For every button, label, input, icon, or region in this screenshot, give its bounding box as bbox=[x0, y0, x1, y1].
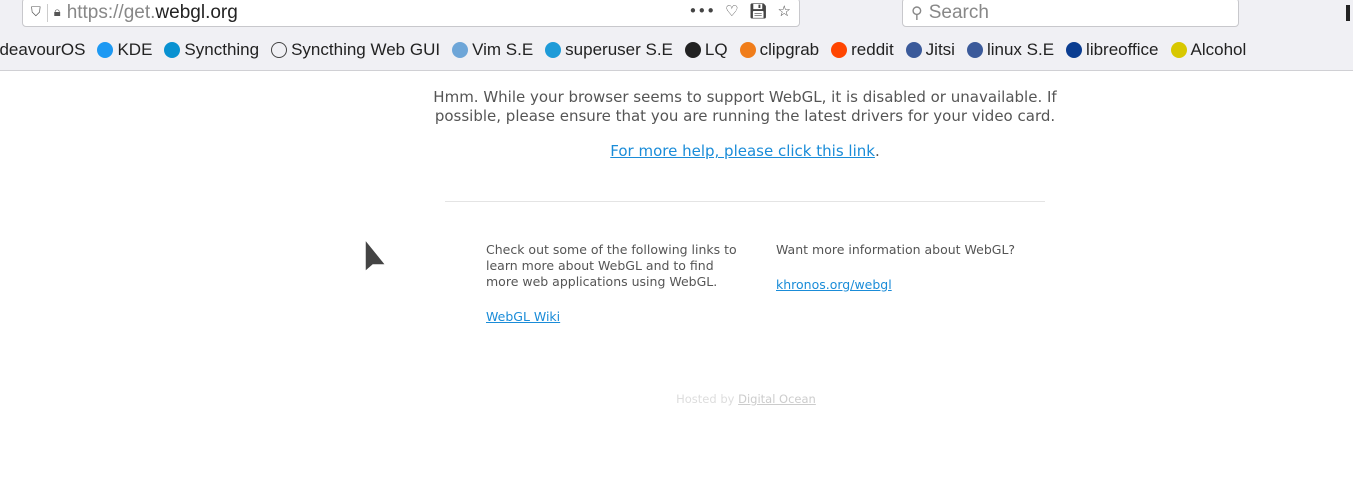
bookmark-item[interactable]: LQ bbox=[684, 40, 728, 60]
bookmark-label: Syncthing Web GUI bbox=[291, 40, 441, 59]
globe-icon bbox=[271, 42, 288, 58]
digital-ocean-link[interactable]: Digital Ocean bbox=[738, 392, 816, 406]
bookmark-label: Alcohol bbox=[1190, 40, 1247, 59]
bookmark-label: reddit bbox=[851, 40, 894, 59]
bookmark-label: linux S.E bbox=[986, 40, 1055, 59]
pocket-icon[interactable]: ♡ bbox=[725, 2, 738, 20]
help-link[interactable]: For more help, please click this link bbox=[610, 142, 875, 160]
search-placeholder: Search bbox=[928, 1, 989, 23]
bookmark-item[interactable]: libreoffice bbox=[1066, 40, 1159, 60]
bookmark-label: LQ bbox=[704, 40, 728, 59]
vim-se-icon bbox=[452, 42, 469, 58]
bookmark-item[interactable]: Vim S.E bbox=[452, 40, 533, 60]
divider bbox=[445, 201, 1045, 202]
lock-icon[interactable]: 🔒︎ bbox=[54, 5, 61, 20]
url-bar[interactable]: ⛉ 🔒︎ https://get.webgl.org ••• ♡ 💾︎ ☆ bbox=[22, 0, 800, 27]
footer: Hosted by Digital Ocean bbox=[560, 392, 932, 406]
bookmark-star-icon[interactable]: ☆ bbox=[778, 2, 791, 20]
shield-icon[interactable]: ⛉ bbox=[31, 5, 41, 20]
unix-se-icon bbox=[966, 42, 983, 58]
jitsi-icon bbox=[905, 42, 922, 58]
more-actions-icon[interactable]: ••• bbox=[689, 2, 716, 20]
bookmark-item[interactable]: Alcohol bbox=[1170, 40, 1247, 60]
url-text[interactable]: https://get.webgl.org bbox=[67, 2, 238, 24]
search-input[interactable]: ⚲ Search bbox=[902, 0, 1239, 27]
reddit-icon bbox=[831, 42, 848, 58]
bookmark-item[interactable]: ndeavourOS bbox=[0, 40, 85, 60]
bookmark-item[interactable]: linux S.E bbox=[966, 40, 1055, 60]
bookmark-label: clipgrab bbox=[759, 40, 820, 59]
bookmark-label: libreoffice bbox=[1086, 40, 1159, 59]
footer-prefix: Hosted by bbox=[676, 392, 739, 406]
question-icon bbox=[1066, 42, 1083, 58]
mouse-cursor-icon bbox=[364, 238, 388, 274]
bookmark-label: Jitsi bbox=[925, 40, 955, 59]
syncthing-icon bbox=[164, 42, 181, 58]
kde-icon bbox=[97, 42, 114, 58]
webgl-message: Hmm. While your browser seems to support… bbox=[433, 88, 1057, 125]
search-icon: ⚲ bbox=[911, 4, 923, 22]
bookmark-item[interactable]: Jitsi bbox=[905, 40, 955, 60]
bookmark-item[interactable]: clipgrab bbox=[739, 40, 820, 60]
help-line: For more help, please click this link. bbox=[420, 142, 1070, 160]
toolbar-edge bbox=[1346, 5, 1350, 21]
lock-icon bbox=[1170, 42, 1187, 58]
bookmark-label: superuser S.E bbox=[565, 40, 673, 59]
bookmark-item[interactable]: Syncthing bbox=[164, 40, 259, 60]
bookmark-item[interactable]: reddit bbox=[831, 40, 894, 60]
browser-toolbar: ⛉ 🔒︎ https://get.webgl.org ••• ♡ 💾︎ ☆ ⚲ … bbox=[0, 0, 1353, 30]
superuser-icon bbox=[545, 42, 562, 58]
bookmark-item[interactable]: superuser S.E bbox=[545, 40, 673, 60]
bookmark-label: ndeavourOS bbox=[0, 40, 86, 59]
bookmark-label: KDE bbox=[117, 40, 153, 59]
save-icon[interactable]: 💾︎ bbox=[749, 2, 768, 20]
bookmark-item[interactable]: Syncthing Web GUI bbox=[271, 40, 440, 60]
right-text: Want more information about WebGL? bbox=[776, 242, 1016, 257]
bookmark-item[interactable]: KDE bbox=[97, 40, 152, 60]
bookmark-label: Syncthing bbox=[184, 40, 260, 59]
tux-icon bbox=[684, 42, 701, 58]
clipgrab-icon bbox=[739, 42, 756, 58]
khronos-link[interactable]: khronos.org/webgl bbox=[776, 277, 892, 292]
url-domain: webgl.org bbox=[155, 1, 238, 23]
help-suffix: . bbox=[874, 142, 880, 160]
left-text: Check out some of the following links to… bbox=[486, 242, 737, 289]
right-column: Want more information about WebGL? khron… bbox=[776, 242, 1036, 293]
bookmarks-bar: ndeavourOS KDE Syncthing Syncthing Web GUI V… bbox=[0, 30, 1353, 71]
webgl-wiki-link[interactable]: WebGL Wiki bbox=[486, 309, 560, 324]
divider bbox=[46, 3, 48, 22]
left-column: Check out some of the following links to… bbox=[486, 242, 746, 325]
bookmark-label: Vim S.E bbox=[472, 40, 534, 59]
url-prefix: https://get. bbox=[66, 1, 156, 23]
